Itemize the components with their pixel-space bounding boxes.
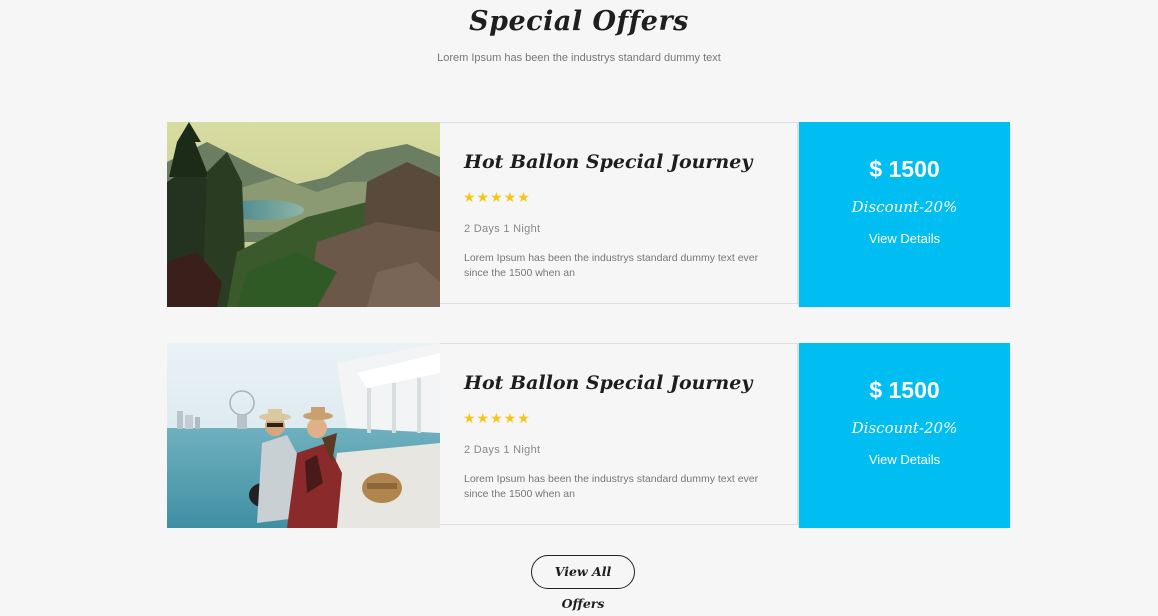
offer-image-travel-couple[interactable] <box>167 343 440 528</box>
offer-card: Hot Ballon Special Journey ★★★★★ 2 Days … <box>167 122 1010 307</box>
offer-description: Lorem Ipsum has been the industrys stand… <box>464 473 759 500</box>
offer-price-panel: $ 1500 Discount-20% View Details <box>798 343 1010 528</box>
view-details-link[interactable]: View Details <box>799 231 1010 246</box>
offer-info: Hot Ballon Special Journey ★★★★★ 2 Days … <box>440 122 798 304</box>
offer-discount: Discount-20% <box>851 198 958 216</box>
offer-info: Hot Ballon Special Journey ★★★★★ 2 Days … <box>440 343 798 525</box>
offer-card: Hot Ballon Special Journey ★★★★★ 2 Days … <box>167 343 1010 528</box>
offer-price-panel: $ 1500 Discount-20% View Details <box>798 122 1010 307</box>
offer-duration: 2 Days 1 Night <box>464 223 541 235</box>
offer-description: Lorem Ipsum has been the industrys stand… <box>464 252 759 279</box>
view-details-link[interactable]: View Details <box>799 452 1010 467</box>
offer-discount: Discount-20% <box>851 419 958 437</box>
view-all-offers-button[interactable]: View All Offers <box>531 555 635 611</box>
star-rating-icon: ★★★★★ <box>463 410 531 426</box>
offer-title[interactable]: Hot Ballon Special Journey <box>464 151 752 173</box>
offer-image-mountain-lake[interactable] <box>167 122 440 307</box>
offer-duration: 2 Days 1 Night <box>464 444 541 456</box>
section-subtitle: Lorem Ipsum has been the industrys stand… <box>437 52 721 64</box>
section-title: Special Offers <box>469 6 689 37</box>
offer-title[interactable]: Hot Ballon Special Journey <box>464 372 752 394</box>
offer-price: $ 1500 <box>869 156 940 182</box>
offer-price: $ 1500 <box>869 377 940 403</box>
star-rating-icon: ★★★★★ <box>463 189 531 205</box>
